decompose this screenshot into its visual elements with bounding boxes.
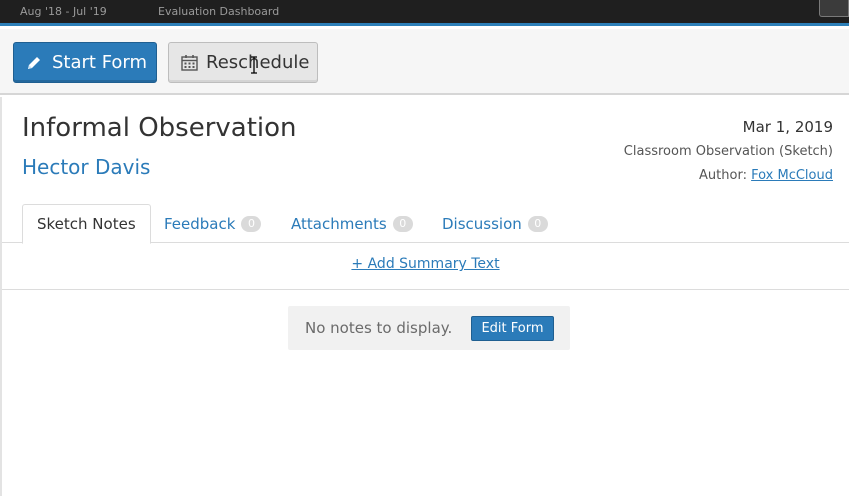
start-form-button[interactable]: Start Form: [13, 42, 157, 83]
observation-type: Classroom Observation (Sketch): [623, 144, 833, 159]
empty-notes-panel: No notes to display. Edit Form: [288, 306, 570, 350]
observation-panel: Informal Observation Hector Davis Mar 1,…: [0, 97, 849, 496]
reschedule-button[interactable]: Reschedule: [168, 42, 318, 83]
top-navigation-bar: Aug '18 - Jul '19 Evaluation Dashboard: [0, 0, 849, 26]
count-badge: 0: [241, 215, 262, 232]
count-badge: 0: [527, 215, 548, 232]
calendar-icon: [181, 54, 198, 71]
tab-sketch-notes[interactable]: Sketch Notes: [22, 204, 151, 244]
tab-bar: Sketch Notes Feedback 0 Attachments 0 Di…: [2, 204, 849, 244]
tab-feedback[interactable]: Feedback 0: [150, 204, 275, 243]
tab-label: Discussion: [442, 214, 522, 233]
page-title: Informal Observation: [22, 113, 297, 143]
observation-author: Author: Fox McCloud: [699, 168, 833, 183]
summary-container: + Add Summary Text: [2, 256, 849, 272]
action-toolbar: Start Form Reschedule: [0, 29, 849, 95]
summary-row: + Add Summary Text: [2, 243, 849, 290]
author-label: Author:: [699, 168, 747, 183]
observation-date: Mar 1, 2019: [742, 118, 833, 136]
count-badge: 0: [392, 215, 413, 232]
school-year-label[interactable]: Aug '18 - Jul '19: [20, 5, 107, 18]
tab-label: Feedback: [164, 214, 236, 233]
edit-form-button[interactable]: Edit Form: [471, 316, 554, 341]
start-form-label: Start Form: [52, 52, 148, 73]
tab-label: Sketch Notes: [37, 215, 136, 233]
pencil-icon: [26, 55, 42, 71]
evaluation-dashboard-label[interactable]: Evaluation Dashboard: [158, 5, 279, 18]
empty-notes-message: No notes to display.: [305, 319, 453, 337]
author-link[interactable]: Fox McCloud: [751, 168, 833, 183]
user-menu-button[interactable]: [819, 0, 849, 17]
add-summary-text-link[interactable]: + Add Summary Text: [351, 256, 499, 272]
teacher-name-link[interactable]: Hector Davis: [22, 155, 150, 179]
tab-discussion[interactable]: Discussion 0: [428, 204, 562, 243]
text-cursor-icon: [251, 56, 257, 74]
tab-label: Attachments: [291, 214, 387, 233]
tab-attachments[interactable]: Attachments 0: [277, 204, 427, 243]
